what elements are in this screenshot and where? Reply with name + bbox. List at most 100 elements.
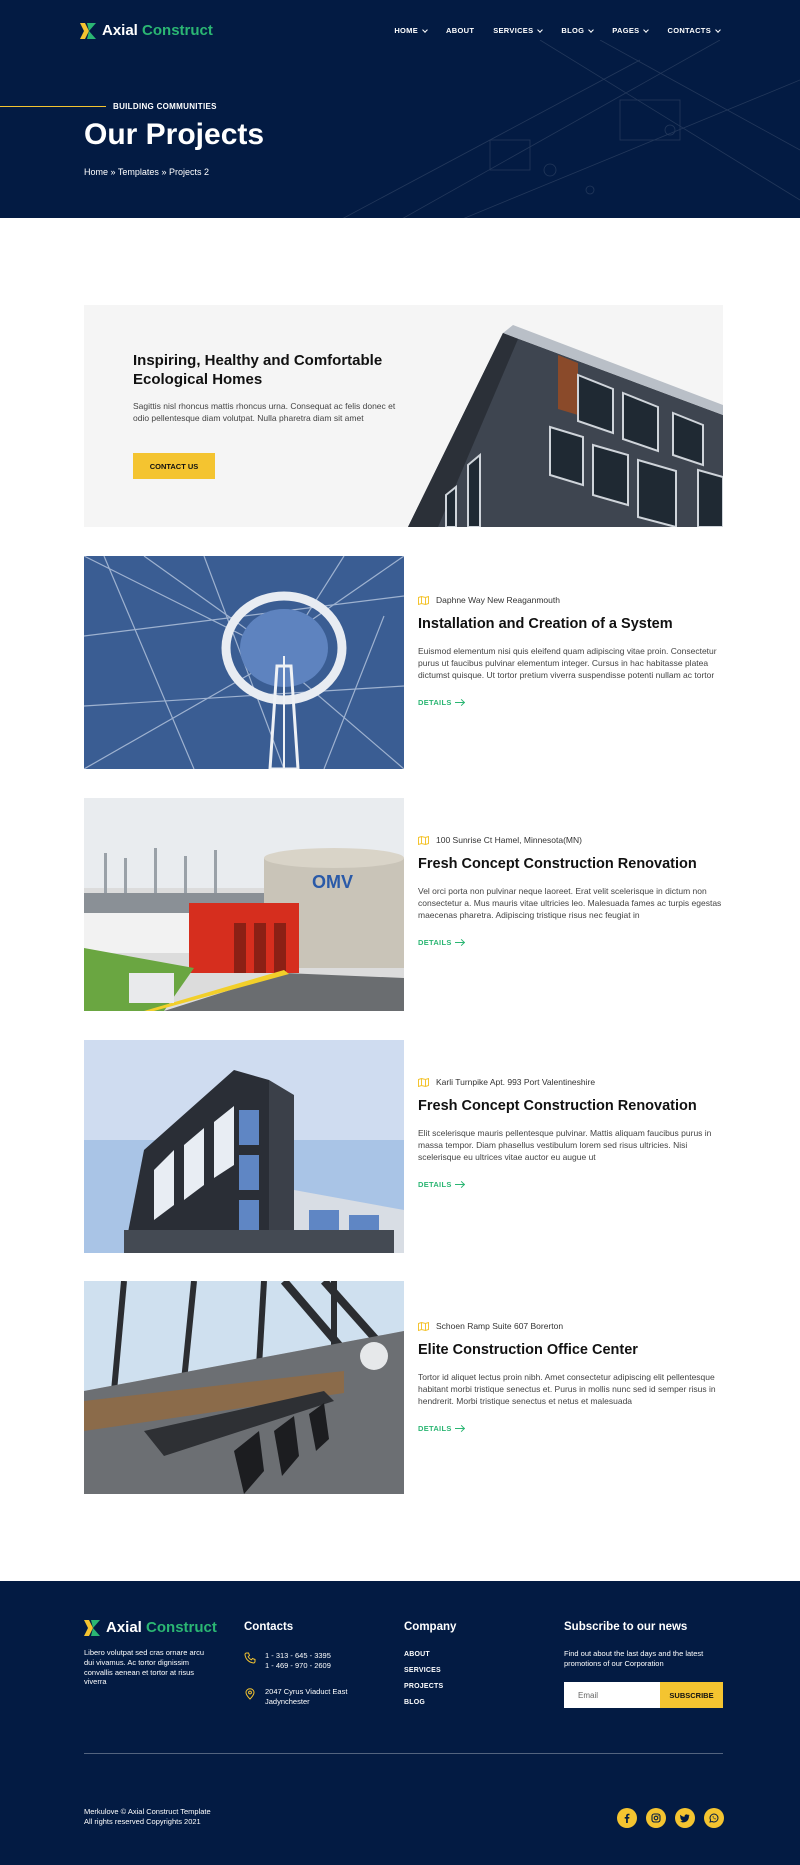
phone-number[interactable]: 1 - 313 - 645 - 3395 [265, 1651, 331, 1661]
project-card: Daphne Way New Reaganmouth Installation … [84, 556, 723, 769]
arrow-right-icon [454, 701, 464, 703]
chevron-down-icon [422, 26, 428, 33]
chevron-down-icon [643, 26, 650, 33]
footer-logo[interactable]: Axial Construct [84, 1619, 217, 1636]
company-links: ABOUT SERVICES PROJECTS BLOG [404, 1651, 443, 1706]
page-title: Our Projects [84, 118, 265, 151]
footer-address: 2047 Cyrus Viaduct East Jadynchester [244, 1687, 347, 1707]
project-description: Vel orci porta non pulvinar neque laoree… [418, 885, 722, 920]
nav-item-home[interactable]: HOME [394, 26, 428, 35]
project-content: Karli Turnpike Apt. 993 Port Valentinesh… [418, 1077, 723, 1189]
map-icon [418, 835, 429, 845]
eyebrow-divider [0, 106, 106, 107]
project-description: Elit scelerisque mauris pellentesque pul… [418, 1127, 712, 1162]
project-image[interactable] [84, 556, 404, 769]
project-content: Daphne Way New Reaganmouth Installation … [418, 595, 723, 707]
twitter-icon[interactable] [675, 1808, 695, 1828]
details-link[interactable]: DETAILS [418, 1180, 723, 1189]
project-image[interactable]: OMV [84, 798, 404, 1011]
facebook-icon[interactable] [617, 1808, 637, 1828]
feature-text: Sagittis nisl rhoncus mattis rhoncus urn… [133, 401, 396, 423]
project-location: 100 Sunrise Ct Hamel, Minnesota(MN) [418, 835, 723, 845]
brand-logo[interactable]: Axial Construct [80, 22, 213, 39]
details-link[interactable]: DETAILS [418, 698, 723, 707]
nav-item-contacts[interactable]: CONTACTS [667, 26, 721, 35]
whatsapp-icon[interactable] [704, 1808, 724, 1828]
feature-banner: Inspiring, Healthy and Comfortable Ecolo… [84, 305, 723, 527]
footer-link-about[interactable]: ABOUT [404, 1651, 443, 1658]
breadcrumb-current: Projects 2 [168, 167, 209, 177]
arrow-right-icon [454, 941, 464, 943]
logo-icon [84, 1619, 100, 1636]
page: Axial Construct HOME ABOUT SERVICES BLOG… [0, 0, 800, 1865]
office-interior-image [84, 1281, 404, 1494]
modern-building-image [84, 1040, 404, 1253]
email-field[interactable] [564, 1682, 660, 1708]
details-link[interactable]: DETAILS [418, 1424, 723, 1433]
brand-name: Axial Construct [106, 1619, 217, 1636]
footer-divider [84, 1753, 723, 1754]
address-line: Jadynchester [265, 1696, 310, 1706]
blueprint-decoration [342, 40, 800, 218]
phone-number[interactable]: 1 - 469 - 970 - 2609 [265, 1661, 331, 1671]
details-link[interactable]: DETAILS [418, 938, 723, 947]
project-location: Daphne Way New Reaganmouth [418, 595, 723, 605]
footer-phone: 1 - 313 - 645 - 3395 1 - 469 - 970 - 260… [244, 1651, 331, 1671]
logo-icon [80, 22, 96, 39]
project-card: OMV 100 Sunrise Ct Hamel, Minnesota(MN) … [84, 798, 723, 1011]
map-icon [418, 1077, 429, 1087]
project-title[interactable]: Fresh Concept Construction Renovation [418, 855, 723, 874]
feature-title: Inspiring, Healthy and Comfortable Ecolo… [133, 352, 383, 388]
breadcrumb-home[interactable]: Home [84, 167, 108, 177]
contact-us-button[interactable]: CONTACT US [133, 453, 215, 479]
footer-link-services[interactable]: SERVICES [404, 1667, 443, 1674]
glass-dome-image [84, 556, 404, 769]
subscribe-text: Find out about the last days and the lat… [564, 1649, 704, 1668]
contacts-heading: Contacts [244, 1621, 294, 1633]
chevron-down-icon [715, 26, 721, 33]
breadcrumb: Home » Templates » Projects 2 [84, 167, 209, 177]
nav-item-services[interactable]: SERVICES [493, 26, 544, 35]
breadcrumb-separator: » [161, 167, 167, 177]
hero-header: Axial Construct HOME ABOUT SERVICES BLOG… [0, 0, 800, 218]
social-links [617, 1808, 724, 1828]
subscribe-form: SUBSCRIBE [564, 1682, 723, 1708]
nav-item-blog[interactable]: BLOG [561, 26, 595, 35]
site-footer: Axial Construct Libero volutpat sed cras… [0, 1581, 800, 1865]
footer-about: Libero volutpat sed cras ornare arcu dui… [84, 1648, 205, 1687]
svg-text:OMV: OMV [312, 872, 353, 892]
location-pin-icon [245, 1688, 255, 1700]
industrial-plant-image: OMV [84, 798, 404, 1011]
project-image[interactable] [84, 1040, 404, 1253]
project-location: Karli Turnpike Apt. 993 Port Valentinesh… [418, 1077, 723, 1087]
project-card: Karli Turnpike Apt. 993 Port Valentinesh… [84, 1040, 723, 1253]
breadcrumb-templates[interactable]: Templates [118, 167, 159, 177]
eyebrow-text: BUILDING COMMUNITIES [113, 102, 217, 111]
footer-link-blog[interactable]: BLOG [404, 1699, 443, 1706]
project-title[interactable]: Elite Construction Office Center [418, 1341, 723, 1360]
project-title[interactable]: Installation and Creation of a System [418, 615, 723, 634]
subscribe-button[interactable]: SUBSCRIBE [660, 1682, 723, 1708]
building-corner-image [408, 325, 723, 527]
nav-item-pages[interactable]: PAGES [612, 26, 650, 35]
brand-name: Axial Construct [102, 22, 213, 39]
phone-icon [244, 1652, 256, 1664]
project-location: Schoen Ramp Suite 607 Borerton [418, 1321, 723, 1331]
project-content: 100 Sunrise Ct Hamel, Minnesota(MN) Fres… [418, 835, 723, 947]
instagram-icon[interactable] [646, 1808, 666, 1828]
arrow-right-icon [454, 1427, 464, 1429]
nav-item-about[interactable]: ABOUT [446, 26, 474, 35]
project-image[interactable] [84, 1281, 404, 1494]
map-icon [418, 1321, 429, 1331]
footer-link-projects[interactable]: PROJECTS [404, 1683, 443, 1690]
map-icon [418, 595, 429, 605]
breadcrumb-separator: » [110, 167, 116, 177]
chevron-down-icon [537, 26, 544, 33]
subscribe-heading: Subscribe to our news [564, 1621, 688, 1633]
project-description: Tortor id aliquet lectus proin nibh. Ame… [418, 1371, 716, 1406]
company-heading: Company [404, 1621, 457, 1633]
project-content: Schoen Ramp Suite 607 Borerton Elite Con… [418, 1321, 723, 1433]
arrow-right-icon [454, 1183, 464, 1185]
chevron-down-icon [588, 26, 595, 33]
project-title[interactable]: Fresh Concept Construction Renovation [418, 1097, 723, 1116]
